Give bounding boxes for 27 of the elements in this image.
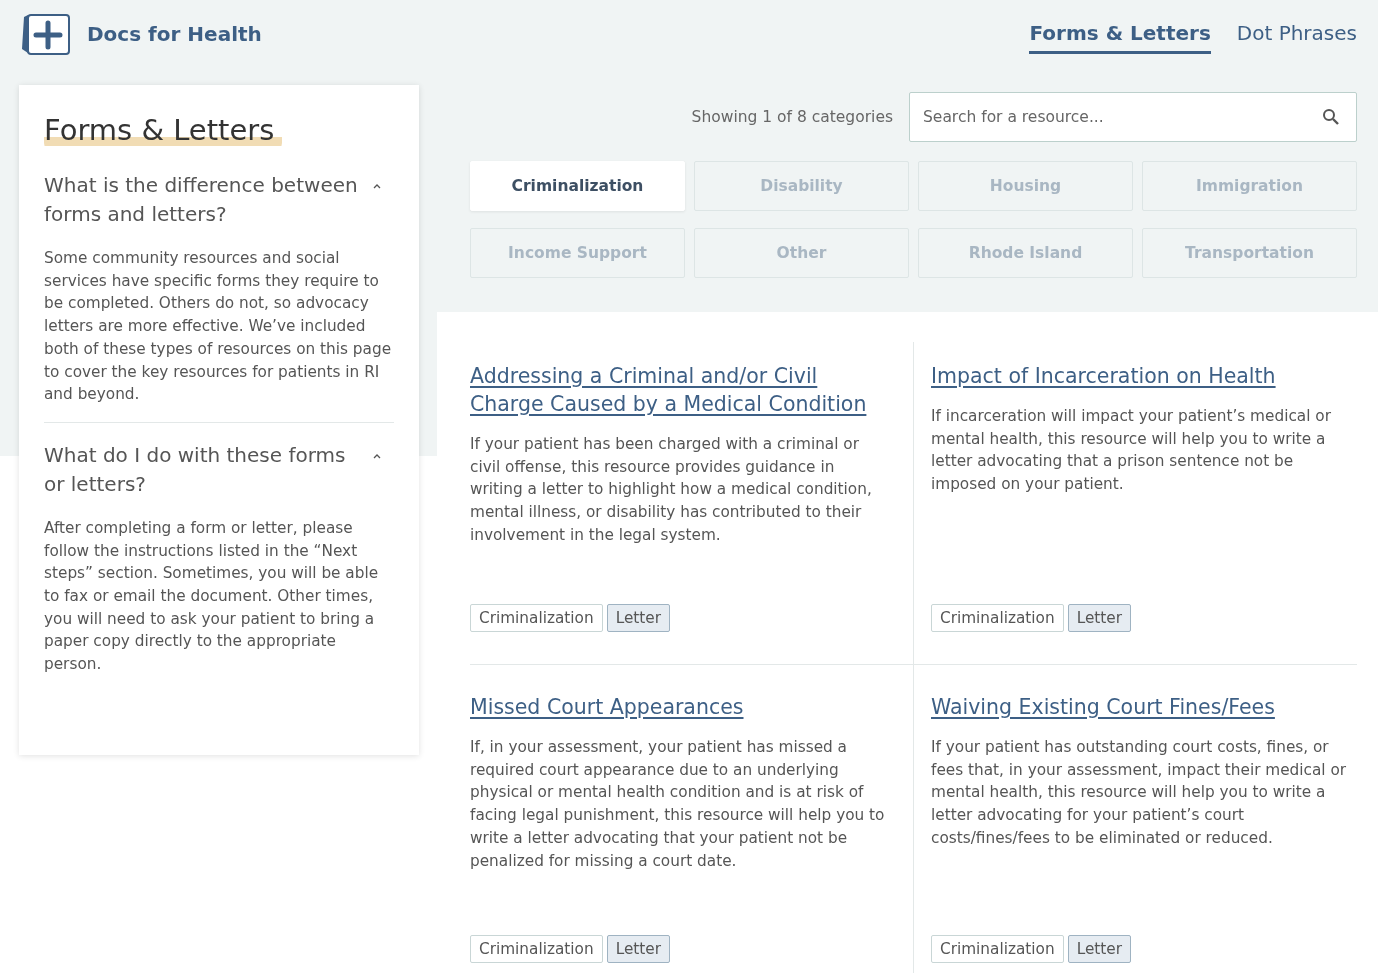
tag: Criminalization: [470, 935, 603, 963]
faq-answer: After completing a form or letter, please follow the instructions listed in the “Next steps” section. Sometimes, you will be able to fax or email the document. Other times, you will need to ask your patient to bring a paper copy directly to the appropriate person.: [44, 517, 380, 676]
resource-description: If incarceration will impact your patient’s medical or mental health, this resource will help you to write a letter advocating that a prison sentence not be imposed on your patient.: [931, 406, 1332, 496]
category-button[interactable]: Criminalization: [470, 161, 685, 211]
resource-link[interactable]: Missed Court Appearances: [470, 693, 890, 721]
brand-name[interactable]: Docs for Health: [87, 22, 262, 46]
tag: Letter: [606, 935, 671, 963]
resource-link[interactable]: Impact of Incarceration on Health: [931, 362, 1357, 390]
tag: Criminalization: [931, 604, 1064, 632]
tag: Criminalization: [931, 935, 1064, 963]
resource-description: If your patient has been charged with a criminal or civil offense, this resource provides guidance in writing a letter to highlight how a medical condition, mental illness, or disability has contributed to their involvement in the legal system.: [470, 434, 873, 546]
resource-link[interactable]: Addressing a Criminal and/or Civil Charge Caused by a Medical Condition: [470, 362, 890, 418]
faq-question[interactable]: What is the difference between forms and letters?: [44, 171, 394, 229]
tag: Letter: [1067, 935, 1132, 963]
faq-answer: Some community resources and social services have specific forms they require to be completed. Others do not, so advocacy letters are more effective. We’ve included both of these types of resources on this page to cover the key resources for patients in RI and beyond.: [44, 248, 393, 406]
results-count: Showing 1 of 8 categories: [691, 108, 893, 126]
tag: Letter: [606, 604, 671, 632]
search-icon[interactable]: [1322, 108, 1340, 126]
resource-link[interactable]: Waiving Existing Court Fines/Fees: [931, 693, 1357, 721]
nav-tab[interactable]: Dot Phrases: [1236, 14, 1357, 54]
tag: Criminalization: [470, 604, 603, 632]
nav-tab[interactable]: Forms & Letters: [1029, 14, 1211, 54]
faq-question[interactable]: What do I do with these forms or letters?: [44, 440, 394, 499]
resource-description: If your patient has outstanding court costs, fines, or fees that, in your assessment, impact their medical or mental health, this resource will help you to write a letter advocating for your patient’s court costs/fines/fees to be eliminated or reduced.: [931, 737, 1348, 849]
tag: Letter: [1067, 604, 1132, 632]
search-field[interactable]: Search for a resource...: [909, 92, 1357, 142]
resource-description: If, in your assessment, your patient has missed a required court appearance due to an underlying physical or mental health condition and is at risk of facing legal punishment, this resource will help you to write a letter advocating that your patient not be penalized for missing a court date.: [470, 737, 886, 872]
